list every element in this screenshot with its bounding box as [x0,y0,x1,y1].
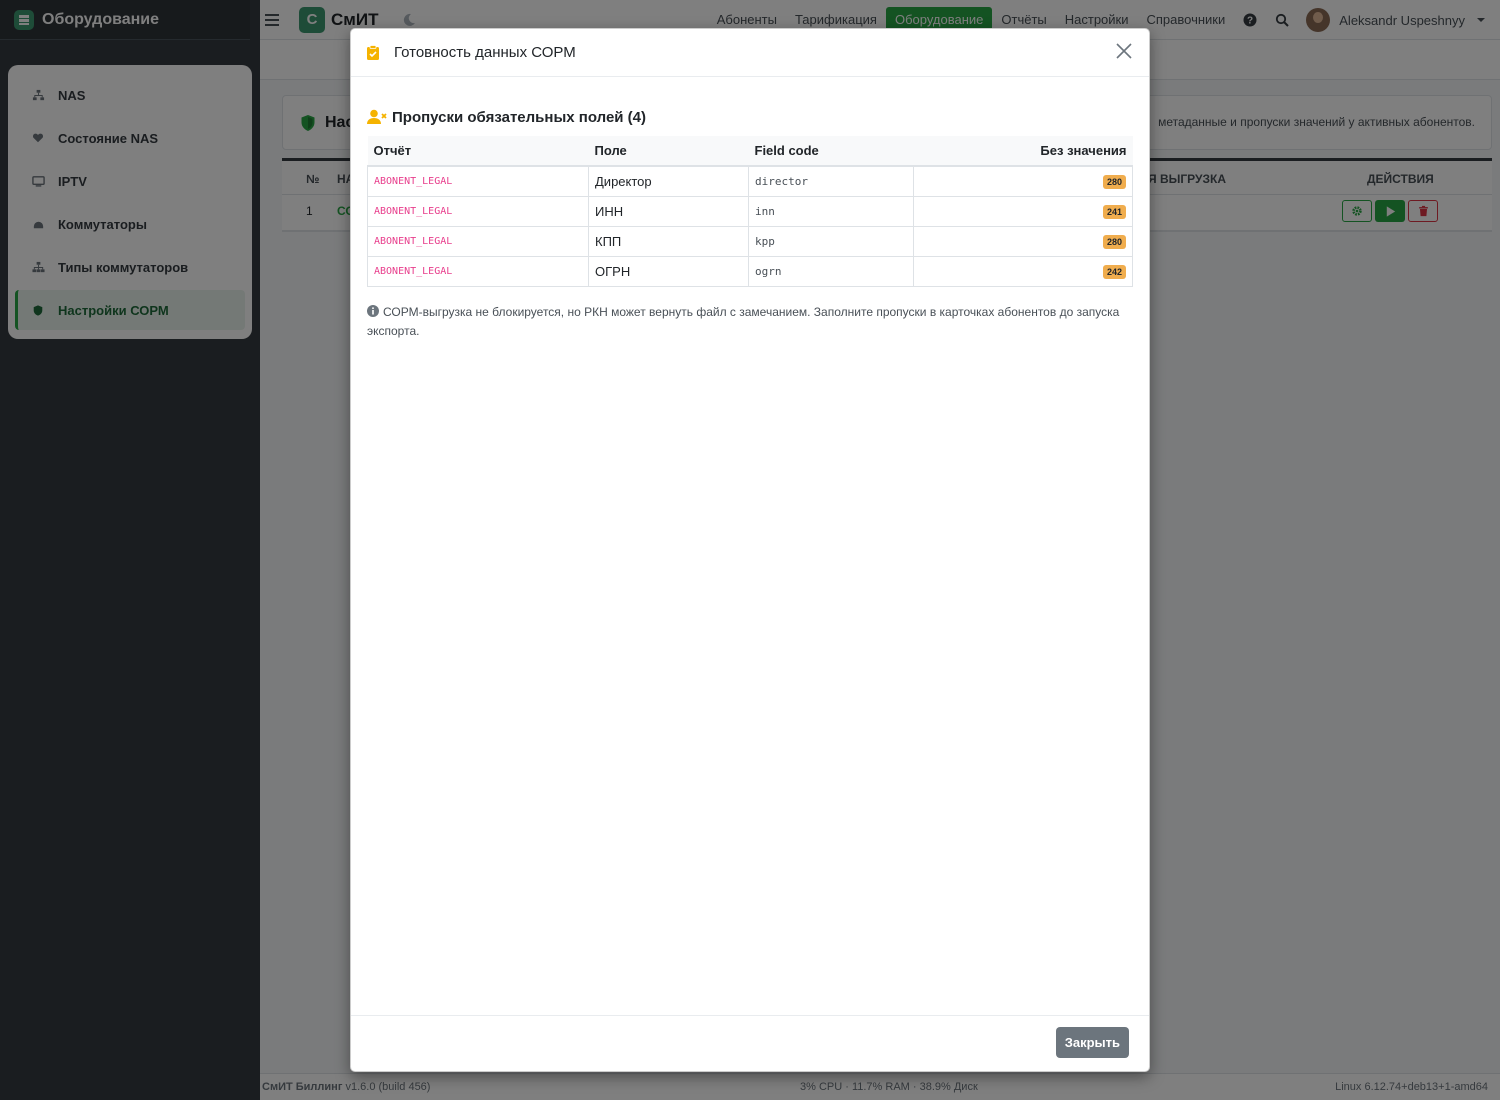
column-header-missing: Без значения [913,136,1133,167]
field-code: kpp [748,225,914,257]
sorm-readiness-modal: Готовность данных СОРМ Пропуски обязател… [350,28,1150,1072]
user-times-icon [367,109,387,124]
close-icon[interactable] [1114,41,1134,61]
missing-count-badge: 280 [1102,235,1126,249]
info-note: СОРМ-выгрузка не блокируется, но РКН мож… [367,303,1133,341]
table-row: ABONENT_LEGAL ОГРН ogrn 242 [367,255,1133,287]
missing-fields-table: Отчёт Поле Field code Без значения ABONE… [367,136,1133,287]
report-code: ABONENT_LEGAL [367,195,589,227]
modal-header: Готовность данных СОРМ [351,29,1149,77]
field-code: inn [748,195,914,227]
modal-body: Пропуски обязательных полей (4) Отчёт По… [351,77,1149,341]
column-header-field-code: Field code [748,136,914,167]
table-header-row: Отчёт Поле Field code Без значения [367,136,1133,167]
missing-count-cell: 241 [913,195,1133,227]
field-name: Директор [588,165,749,197]
modal-footer: Закрыть [351,1015,1149,1071]
section-title-text: Пропуски обязательных полей (4) [392,108,647,126]
field-name: ОГРН [588,255,749,287]
column-header-field: Поле [588,136,749,167]
table-row: ABONENT_LEGAL Директор director 280 [367,165,1133,197]
report-code: ABONENT_LEGAL [367,225,589,257]
column-header-report: Отчёт [367,136,589,167]
report-code: ABONENT_LEGAL [367,165,589,197]
missing-count-badge: 242 [1102,265,1126,279]
missing-count-cell: 280 [913,165,1133,197]
field-code: ogrn [748,255,914,287]
field-code: director [748,165,914,197]
missing-count-cell: 242 [913,255,1133,287]
report-code: ABONENT_LEGAL [367,255,589,287]
close-button[interactable]: Закрыть [1055,1027,1129,1058]
info-circle-icon [367,304,379,317]
table-row: ABONENT_LEGAL КПП kpp 280 [367,225,1133,257]
modal-title: Готовность данных СОРМ [394,44,576,61]
table-row: ABONENT_LEGAL ИНН inn 241 [367,195,1133,227]
missing-count-cell: 280 [913,225,1133,257]
missing-count-badge: 241 [1102,205,1126,219]
section-title: Пропуски обязательных полей (4) [367,107,1133,127]
missing-count-badge: 280 [1102,175,1126,190]
field-name: КПП [588,225,749,257]
field-name: ИНН [588,195,749,227]
info-note-text: СОРМ-выгрузка не блокируется, но РКН мож… [367,304,1120,338]
clipboard-check-icon [367,45,379,60]
